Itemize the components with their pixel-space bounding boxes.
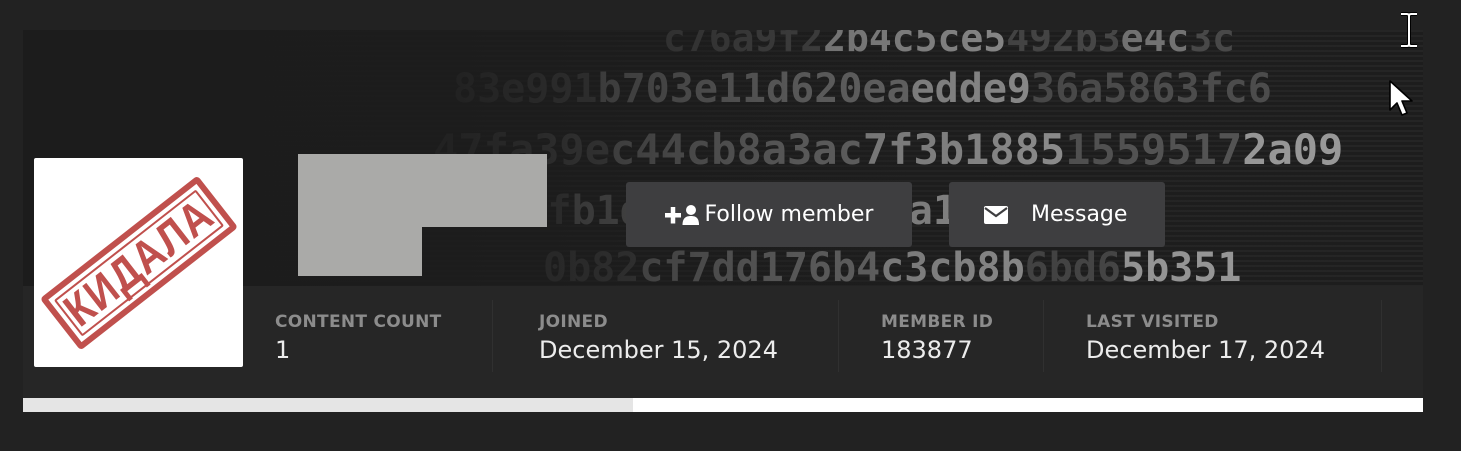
stat-divider xyxy=(838,300,839,372)
message-label: Message xyxy=(1031,202,1128,227)
follow-member-button[interactable]: Follow member xyxy=(626,182,912,247)
stat-divider xyxy=(492,300,493,372)
profile-header: c76a9f22b4c5ce5492b3e4c3c 83e991b703e11d… xyxy=(23,30,1423,398)
username-redaction xyxy=(298,154,547,227)
stat-value: 1 xyxy=(275,336,291,364)
mouse-pointer-icon xyxy=(1389,80,1415,122)
stat-joined: JOINED December 15, 2024 xyxy=(539,311,778,365)
text-cursor-icon xyxy=(1398,12,1420,52)
stat-label: CONTENT COUNT xyxy=(275,312,442,332)
stamp-text: КИДАЛА xyxy=(54,188,223,336)
stat-member-id: MEMBER ID 183877 xyxy=(881,311,993,365)
stat-value: December 15, 2024 xyxy=(539,336,778,364)
avatar[interactable]: КИДАЛА xyxy=(34,158,243,367)
stat-divider xyxy=(1381,300,1382,372)
stat-content-count: CONTENT COUNT 1 xyxy=(275,311,442,365)
user-plus-icon xyxy=(664,204,699,226)
loading-progress-bar xyxy=(23,398,1423,412)
stat-value: December 17, 2024 xyxy=(1086,336,1325,364)
stat-last-visited: LAST VISITED December 17, 2024 xyxy=(1086,311,1325,365)
envelope-icon xyxy=(984,205,1008,224)
follow-member-label: Follow member xyxy=(704,202,874,227)
member-title-redaction xyxy=(298,227,422,276)
stat-label: JOINED xyxy=(539,312,608,332)
stat-divider xyxy=(1043,300,1044,372)
progress-fill xyxy=(23,398,634,412)
kidala-stamp-icon: КИДАЛА xyxy=(39,174,238,351)
stat-label: LAST VISITED xyxy=(1086,312,1219,332)
message-button[interactable]: Message xyxy=(949,182,1165,247)
stat-value: 183877 xyxy=(881,336,973,364)
stat-label: MEMBER ID xyxy=(881,312,994,332)
